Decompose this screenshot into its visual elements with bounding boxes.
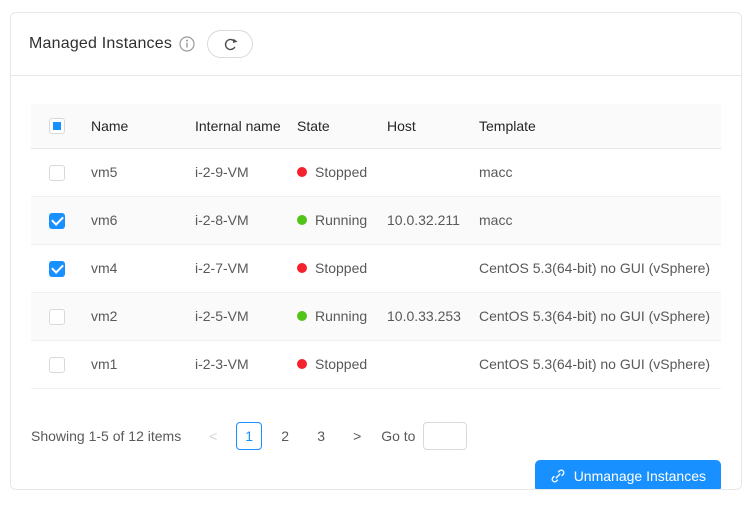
row-checkbox[interactable] xyxy=(49,356,65,373)
column-header-name: Name xyxy=(83,104,187,149)
card-header: Managed Instances xyxy=(11,13,741,76)
table-body: vm5 i-2-9-VM Stopped macc vm6 i-2-8-VM R… xyxy=(31,148,721,389)
pager: < 123 > xyxy=(195,421,375,450)
cell-name: vm6 xyxy=(83,196,187,245)
cell-internal-name: i-2-3-VM xyxy=(187,340,289,389)
state-dot-icon xyxy=(297,167,307,177)
cell-state-label: Stopped xyxy=(315,164,368,180)
cell-internal-name: i-2-8-VM xyxy=(187,196,289,245)
cell-internal-name: i-2-5-VM xyxy=(187,292,289,341)
managed-instances-card: Managed Instances Name Internal name Sta… xyxy=(10,12,742,490)
state-dot-icon xyxy=(297,215,307,225)
cell-host xyxy=(379,340,471,389)
goto-page-input[interactable] xyxy=(423,421,468,450)
cell-internal-name: i-2-7-VM xyxy=(187,244,289,293)
pagination: Showing 1-5 of 12 items < 123 > Go to xyxy=(31,421,721,450)
refresh-button[interactable] xyxy=(207,30,254,58)
unmanage-instances-label: Unmanage Instances xyxy=(573,467,706,484)
cell-name: vm4 xyxy=(83,244,187,293)
cell-host: 10.0.32.211 xyxy=(379,196,471,245)
cell-state-label: Running xyxy=(315,308,368,324)
column-header-template: Template xyxy=(471,104,721,149)
cell-host xyxy=(379,148,471,197)
cell-host: 10.0.33.253 xyxy=(379,292,471,341)
table-row: vm2 i-2-5-VM Running 10.0.33.253 CentOS … xyxy=(31,292,721,341)
row-checkbox[interactable] xyxy=(49,164,65,181)
cell-internal-name: i-2-9-VM xyxy=(187,148,289,197)
table-row: vm4 i-2-7-VM Stopped CentOS 5.3(64-bit) … xyxy=(31,244,721,293)
table-row: vm5 i-2-9-VM Stopped macc xyxy=(31,148,721,197)
pagination-summary: Showing 1-5 of 12 items xyxy=(31,427,182,444)
cell-host xyxy=(379,244,471,293)
page-title: Managed Instances xyxy=(29,35,173,52)
column-header-internal-name: Internal name xyxy=(187,104,289,149)
cell-name: vm5 xyxy=(83,148,187,197)
unmanage-instances-button[interactable]: Unmanage Instances xyxy=(534,459,721,489)
state-dot-icon xyxy=(297,263,307,273)
cell-state-label: Running xyxy=(315,212,368,228)
state-dot-icon xyxy=(297,359,307,369)
column-header-state: State xyxy=(289,104,379,149)
instances-table: Name Internal name State Host Template v… xyxy=(31,104,721,389)
state-dot-icon xyxy=(297,311,307,321)
cell-name: vm1 xyxy=(83,340,187,389)
cell-name: vm2 xyxy=(83,292,187,341)
goto-label: Go to xyxy=(381,427,416,444)
select-all-checkbox[interactable] xyxy=(49,118,65,135)
cell-template: macc xyxy=(471,148,721,197)
cell-template: CentOS 5.3(64-bit) no GUI (vSphere) xyxy=(471,340,721,389)
cell-state-label: Stopped xyxy=(315,356,368,372)
disconnect-icon xyxy=(550,468,566,484)
card-body: Name Internal name State Host Template v… xyxy=(11,76,741,450)
info-circle-icon[interactable] xyxy=(179,36,195,52)
cell-template: macc xyxy=(471,196,721,245)
cell-state-label: Stopped xyxy=(315,260,368,276)
table-header-row: Name Internal name State Host Template xyxy=(31,104,721,149)
page-list: 123 xyxy=(231,421,339,450)
cell-template: CentOS 5.3(64-bit) no GUI (vSphere) xyxy=(471,292,721,341)
table-row: vm1 i-2-3-VM Stopped CentOS 5.3(64-bit) … xyxy=(31,340,721,389)
row-checkbox[interactable] xyxy=(49,212,65,229)
actions-row: Unmanage Instances xyxy=(11,459,741,489)
page-button-3[interactable]: 3 xyxy=(308,422,334,450)
row-checkbox[interactable] xyxy=(49,308,65,325)
page-button-1[interactable]: 1 xyxy=(236,421,263,450)
reload-icon xyxy=(223,37,238,52)
table-row: vm6 i-2-8-VM Running 10.0.32.211 macc xyxy=(31,196,721,245)
cell-template: CentOS 5.3(64-bit) no GUI (vSphere) xyxy=(471,244,721,293)
page-button-2[interactable]: 2 xyxy=(272,422,298,450)
next-page-button[interactable]: > xyxy=(344,422,370,450)
row-checkbox[interactable] xyxy=(49,260,65,277)
prev-page-button[interactable]: < xyxy=(200,422,226,450)
column-header-host: Host xyxy=(379,104,471,149)
